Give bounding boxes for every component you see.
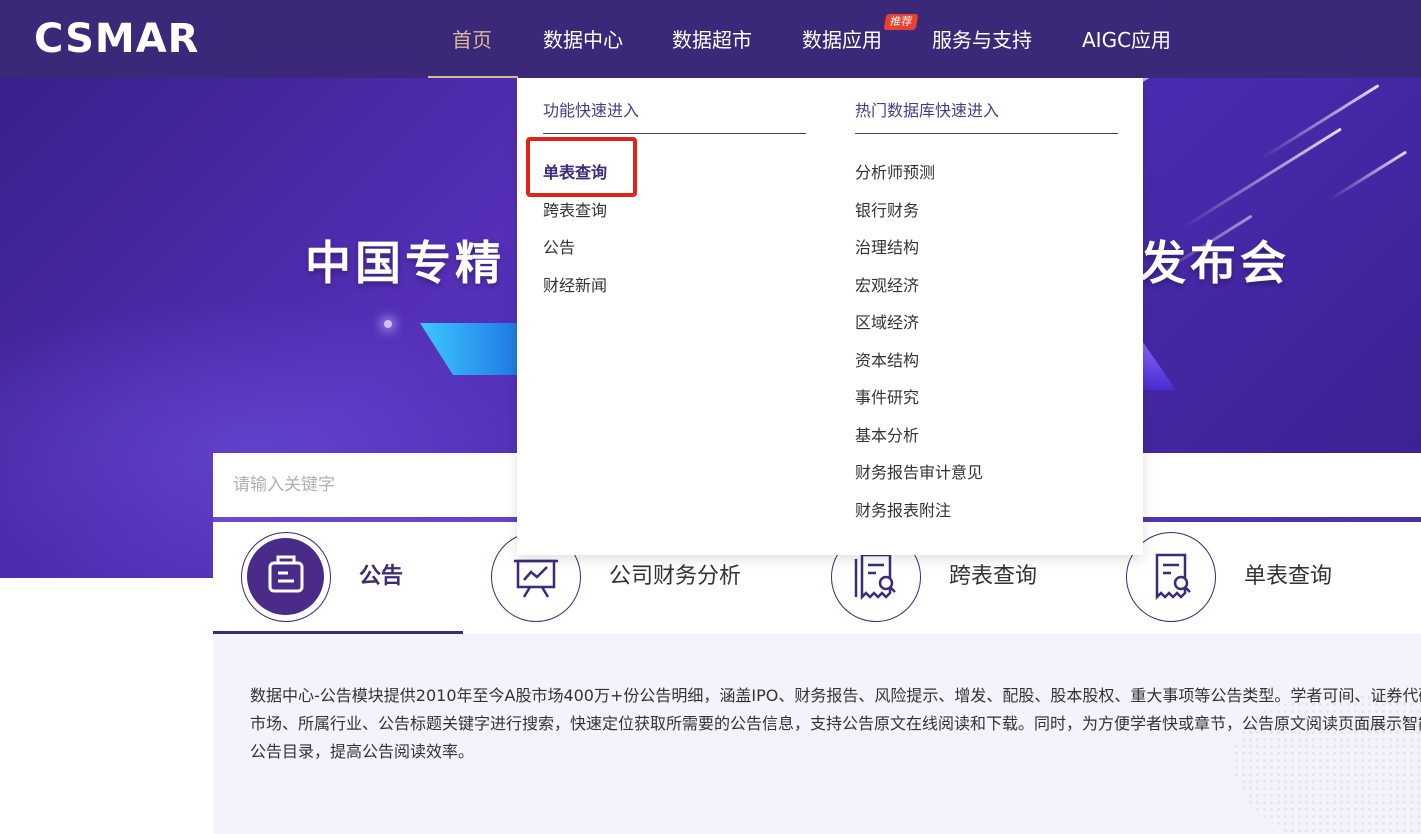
menu-item-financial-news[interactable]: 财经新闻	[543, 275, 607, 297]
nav-home[interactable]: 首页	[452, 24, 492, 56]
csmar-logo[interactable]: CSMAR	[34, 16, 199, 62]
banner-title-left: 中国专精	[305, 236, 505, 290]
nav-service-support[interactable]: 服务与支持	[932, 24, 1032, 56]
menu-item-audit-opinion[interactable]: 财务报告审计意见	[855, 462, 983, 484]
menu-item-single-table-query[interactable]: 单表查询	[543, 162, 607, 184]
nav-data-apps[interactable]: 数据应用	[802, 24, 882, 56]
nav-active-underline	[428, 76, 518, 78]
page: 中国专精 发布会 CSMAR 首页 数据中心 数据超市 数据应用 推荐 服务与支…	[0, 0, 1421, 834]
tab-label: 公司财务分析	[609, 564, 742, 589]
top-nav-bar: CSMAR 首页 数据中心 数据超市 数据应用 推荐 服务与支持 AIGC应用	[0, 0, 1421, 78]
glow-dot	[384, 320, 392, 328]
menu-item-cross-table-query[interactable]: 跨表查询	[543, 200, 607, 222]
light-streak	[1179, 127, 1342, 231]
menu-item-analyst-forecast[interactable]: 分析师预测	[855, 162, 935, 184]
nav-data-center[interactable]: 数据中心	[543, 24, 623, 56]
menu-item-event-study[interactable]: 事件研究	[855, 387, 919, 409]
home-dropdown-menu: 功能快速进入 热门数据库快速进入 单表查询 跨表查询 公告 财经新闻 分析师预测…	[517, 78, 1143, 555]
banner-title-right: 发布会	[1140, 236, 1290, 290]
decor-shape	[1140, 338, 1176, 390]
tab-label: 跨表查询	[949, 564, 1038, 589]
divider	[855, 133, 1118, 134]
announcement-icon	[241, 532, 331, 622]
tab-description-panel: 数据中心-公告模块提供2010年至今A股市场400万+份公告明细，涵盖IPO、财…	[213, 634, 1421, 834]
tab-single-table-query[interactable]: 单表查询	[1126, 522, 1386, 634]
menu-item-announcement[interactable]: 公告	[543, 237, 575, 259]
recommend-badge: 推荐	[883, 14, 919, 30]
menu-item-fundamental-analysis[interactable]: 基本分析	[855, 425, 919, 447]
nav-data-market[interactable]: 数据超市	[672, 24, 752, 56]
announcement-description: 数据中心-公告模块提供2010年至今A股市场400万+份公告明细，涵盖IPO、财…	[250, 686, 1421, 761]
menu-item-governance[interactable]: 治理结构	[855, 237, 919, 259]
quick-function-heading: 功能快速进入	[543, 101, 640, 120]
menu-item-statement-notes[interactable]: 财务报表附注	[855, 500, 951, 522]
light-streak	[1329, 150, 1408, 201]
menu-item-macro-economy[interactable]: 宏观经济	[855, 275, 919, 297]
light-streak	[1259, 84, 1380, 161]
tab-announcement[interactable]: 公告	[241, 522, 471, 634]
tab-label: 单表查询	[1244, 564, 1333, 589]
divider	[543, 133, 806, 134]
menu-item-capital-structure[interactable]: 资本结构	[855, 350, 919, 372]
hot-database-heading: 热门数据库快速进入	[855, 101, 1000, 120]
nav-aigc-apps[interactable]: AIGC应用	[1082, 24, 1171, 56]
tab-label: 公告	[359, 564, 404, 589]
menu-item-regional-economy[interactable]: 区域经济	[855, 312, 919, 334]
menu-item-bank-finance[interactable]: 银行财务	[855, 200, 919, 222]
